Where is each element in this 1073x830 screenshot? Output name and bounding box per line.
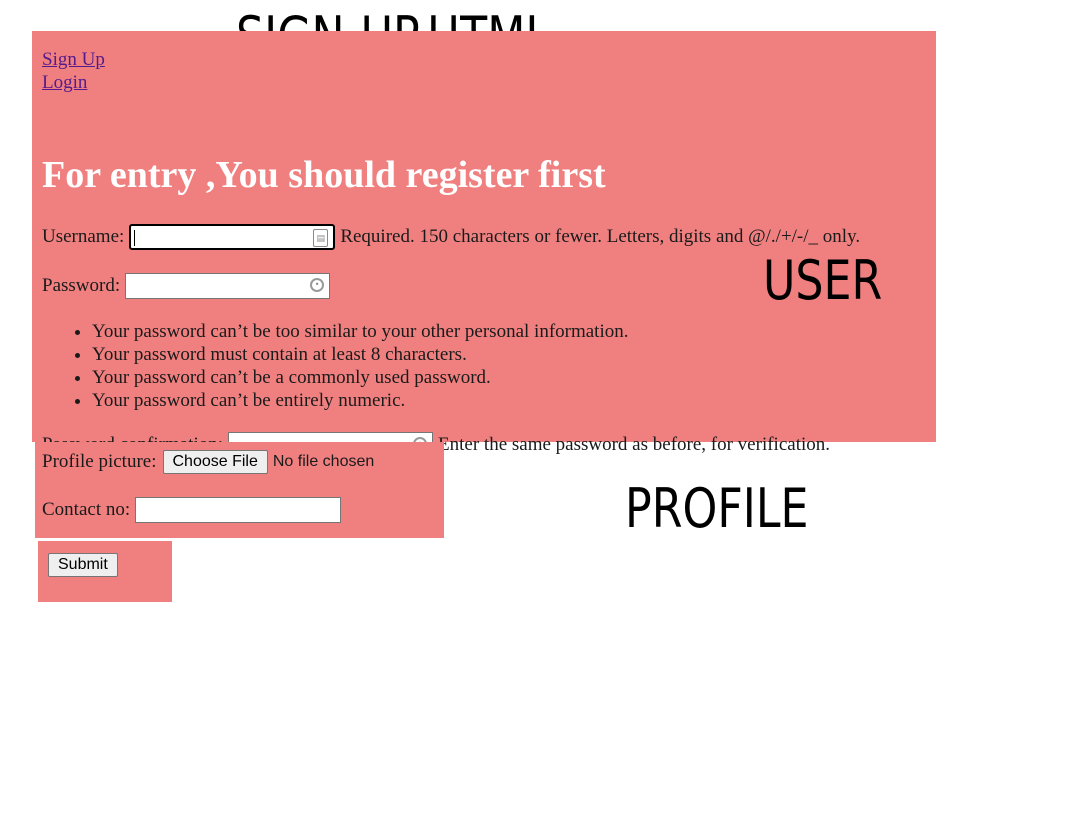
page-heading: For entry ,You should register first [42,154,606,196]
nav-links: Sign Up Login [42,48,105,94]
password-label: Password: [42,275,121,296]
contact-input[interactable] [135,497,342,523]
profile-picture-row: Profile picture: Choose File No file cho… [42,450,374,474]
username-input[interactable]: ▤ [129,224,336,250]
password-rules-list: Your password can’t be too similar to yo… [42,320,629,412]
profile-picture-label: Profile picture: [42,451,157,472]
profile-form-section: Profile picture: Choose File No file cho… [35,442,444,538]
submit-section: Submit [38,541,172,602]
password-row: Password: • [42,273,335,299]
username-label: Username: [42,226,125,247]
autofill-contact-icon[interactable]: ▤ [313,229,329,247]
password-key-icon[interactable]: • [310,278,325,292]
password-confirm-help: Enter the same password as before, for v… [438,434,831,455]
submit-button[interactable]: Submit [48,553,118,577]
annotation-profile: PROFILE [625,477,809,540]
file-status-text: No file chosen [272,453,375,470]
annotation-user: USER [763,249,883,312]
text-caret [134,230,136,246]
user-form-section: Sign Up Login For entry ,You should regi… [32,31,936,458]
password-rule: Your password can’t be entirely numeric. [92,389,629,412]
password-input[interactable]: • [125,273,331,299]
username-help-text: Required. 150 characters or fewer. Lette… [340,226,861,247]
contact-label: Contact no: [42,499,131,520]
username-row: Username: ▤ Required. 150 characters or … [42,224,860,250]
choose-file-button[interactable]: Choose File [162,450,268,474]
password-rule: Your password must contain at least 8 ch… [92,343,629,366]
password-rule: Your password can’t be a commonly used p… [92,366,629,389]
login-link[interactable]: Login [42,71,105,94]
signup-link[interactable]: Sign Up [42,48,105,71]
password-rule: Your password can’t be too similar to yo… [92,320,629,343]
contact-row: Contact no: [42,497,346,523]
